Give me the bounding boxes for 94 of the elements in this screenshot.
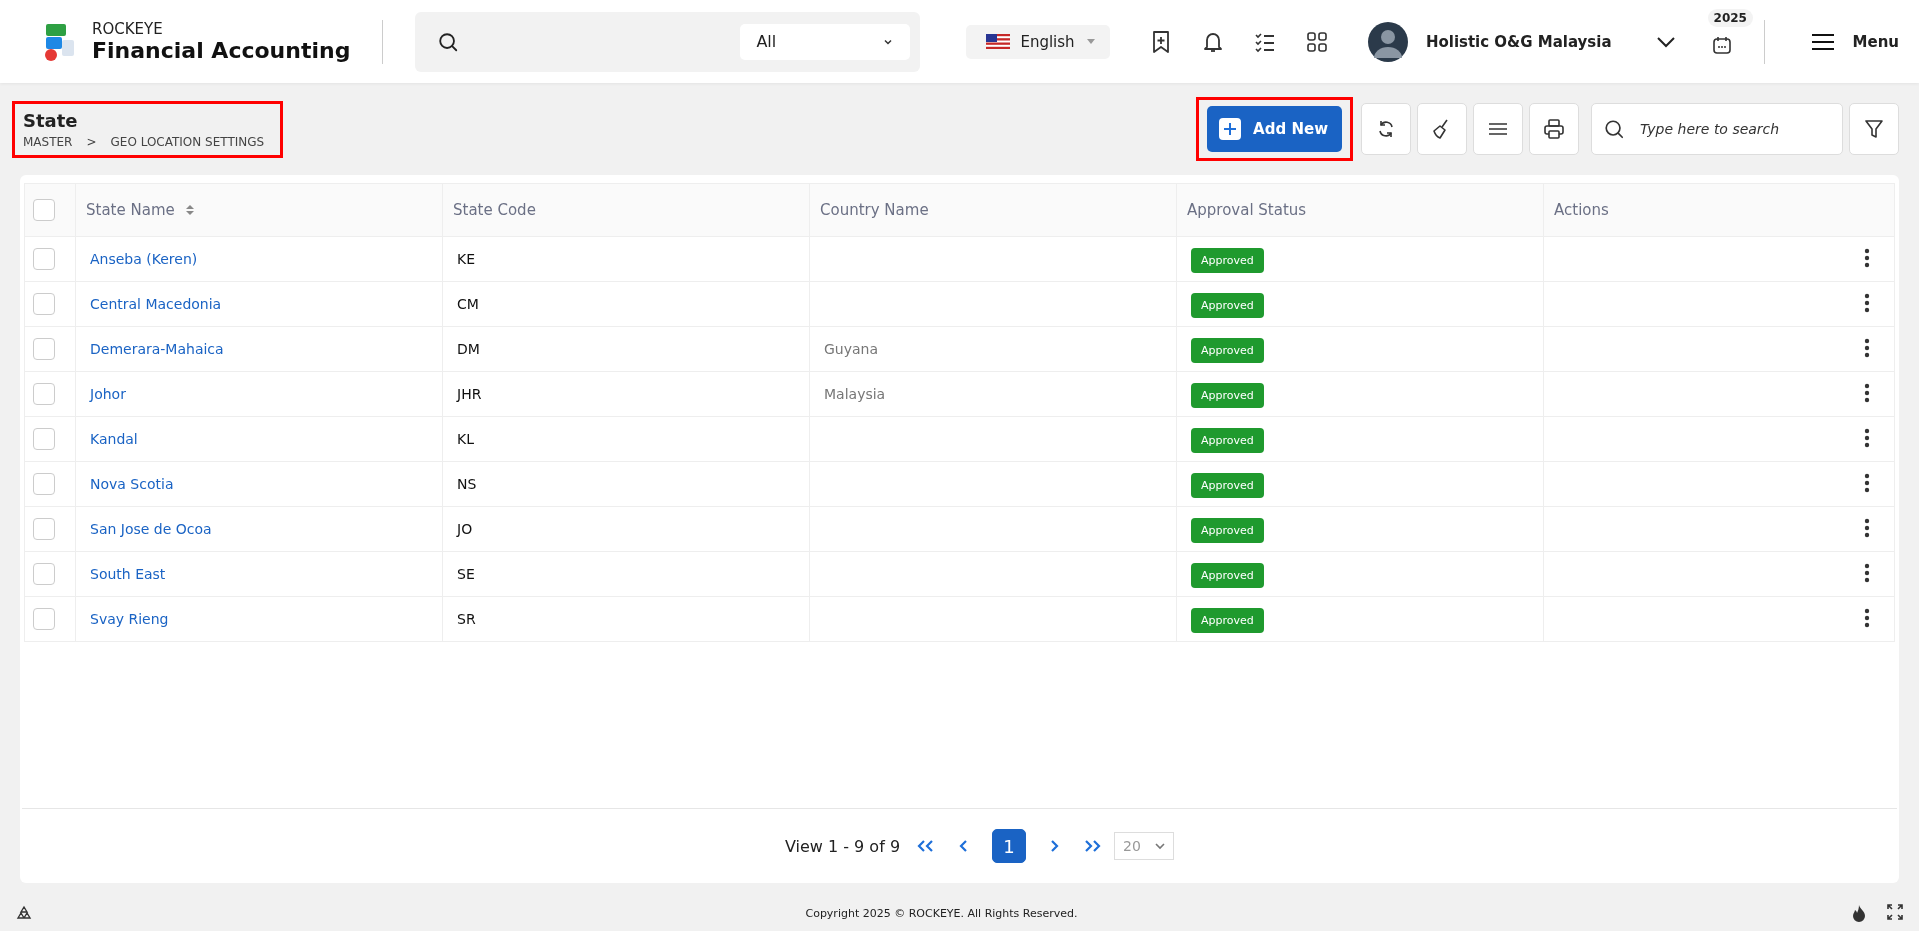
refresh-icon: [1376, 119, 1396, 139]
table-cell: Malaysia: [824, 386, 886, 402]
table-cell: NS: [442, 461, 810, 507]
status-badge: Approved: [1191, 293, 1264, 318]
checklist-icon[interactable]: [1253, 30, 1276, 53]
menu-button[interactable]: Menu: [1810, 32, 1899, 51]
search-icon: [437, 30, 460, 53]
status-badge: Approved: [1191, 518, 1264, 543]
search-field[interactable]: Type here to search: [1591, 103, 1843, 155]
checkbox[interactable]: [33, 518, 55, 540]
language-dropdown[interactable]: English: [966, 24, 1110, 59]
user-name[interactable]: Holistic O&G Malaysia: [1425, 32, 1612, 51]
column-header[interactable]: Country Name: [809, 183, 1177, 237]
state-link[interactable]: Central Macedonia: [90, 296, 222, 312]
state-link[interactable]: Johor: [90, 386, 126, 402]
state-link[interactable]: San Jose de Ocoa: [90, 521, 212, 537]
table-cell: CM: [442, 281, 810, 327]
add-new-button[interactable]: Add New: [1207, 106, 1342, 152]
status-badge: Approved: [1191, 383, 1264, 408]
checkbox[interactable]: [33, 608, 55, 630]
state-link[interactable]: Kandal: [90, 431, 138, 447]
lines-icon: [1488, 121, 1508, 137]
checkbox[interactable]: [33, 563, 55, 585]
filter-dropdown[interactable]: All: [740, 23, 911, 60]
more-options-icon[interactable]: [1864, 607, 1870, 628]
state-link[interactable]: Svay Rieng: [90, 611, 169, 627]
status-badge: Approved: [1191, 608, 1264, 633]
copyright-text: Copyright 2025 © ROCKEYE. All Rights Reserved.: [804, 906, 1079, 920]
filter-icon: [1863, 118, 1885, 140]
sort-icon[interactable]: [184, 204, 195, 216]
pagination-summary: View 1 - 9 of 9: [784, 836, 901, 856]
avatar[interactable]: [1367, 21, 1408, 62]
state-link[interactable]: Anseba (Keren): [90, 251, 198, 267]
status-badge: Approved: [1191, 473, 1264, 498]
column-header[interactable]: State Code: [442, 183, 810, 237]
table-cell: DM: [442, 326, 810, 372]
table-cell: SR: [442, 596, 810, 642]
status-badge: Approved: [1191, 338, 1264, 363]
flame-icon[interactable]: [1851, 904, 1867, 922]
checkbox[interactable]: [33, 383, 55, 405]
state-link[interactable]: South East: [90, 566, 166, 582]
printer-icon: [1543, 118, 1565, 140]
checkbox[interactable]: [33, 293, 55, 315]
table-cell: JHR: [442, 371, 810, 417]
breadcrumb-item[interactable]: MASTER: [23, 134, 73, 149]
page-title: State: [23, 109, 79, 131]
status-badge: Approved: [1191, 428, 1264, 453]
menu-icon: [1810, 32, 1835, 51]
grid-icon[interactable]: [1305, 30, 1328, 53]
checkbox[interactable]: [33, 248, 55, 270]
state-link[interactable]: Demerara-Mahaica: [90, 341, 224, 357]
breadcrumb-separator: >: [86, 134, 97, 149]
filter-button[interactable]: [1849, 103, 1899, 155]
columns-button[interactable]: [1473, 103, 1523, 155]
more-options-icon[interactable]: [1864, 247, 1870, 268]
column-header[interactable]: Approval Status: [1176, 183, 1544, 237]
broom-button[interactable]: [1417, 103, 1467, 155]
more-options-icon[interactable]: [1864, 382, 1870, 403]
status-badge: Approved: [1191, 248, 1264, 273]
column-header[interactable]: Actions: [1543, 183, 1895, 237]
last-page-icon[interactable]: [1082, 839, 1103, 853]
table-cell: Guyana: [824, 341, 879, 357]
more-options-icon[interactable]: [1864, 337, 1870, 358]
breadcrumb-item[interactable]: GEO LOCATION SETTINGS: [110, 134, 265, 149]
checkbox[interactable]: [33, 473, 55, 495]
plus-icon: [1219, 118, 1242, 140]
state-link[interactable]: Nova Scotia: [90, 476, 174, 492]
year-badge: 2025: [1707, 8, 1753, 27]
checkbox[interactable]: [33, 199, 55, 221]
status-badge: Approved: [1191, 563, 1264, 588]
table-cell: KL: [442, 416, 810, 462]
caret-icon: [1085, 37, 1096, 46]
chevron-down-icon: [1155, 842, 1166, 850]
more-options-icon[interactable]: [1864, 562, 1870, 583]
table-cell: JO: [442, 506, 810, 552]
page-button[interactable]: 1: [992, 829, 1027, 863]
global-search-field[interactable]: All: [415, 11, 921, 72]
product-name: Financial Accounting: [92, 38, 351, 63]
more-options-icon[interactable]: [1864, 427, 1870, 448]
flag-icon: [986, 34, 1011, 49]
more-options-icon[interactable]: [1864, 472, 1870, 493]
fullscreen-icon[interactable]: [1887, 904, 1903, 920]
calendar-icon[interactable]: [1711, 34, 1732, 55]
print-button[interactable]: [1529, 103, 1579, 155]
more-options-icon[interactable]: [1864, 292, 1870, 313]
checkbox[interactable]: [33, 338, 55, 360]
checkbox[interactable]: [33, 428, 55, 450]
refresh-button[interactable]: [1361, 103, 1411, 155]
more-options-icon[interactable]: [1864, 517, 1870, 538]
table-cell: KE: [442, 236, 810, 282]
table-cell: SE: [442, 551, 810, 597]
next-page-icon[interactable]: [1048, 839, 1061, 853]
column-header[interactable]: State Name: [75, 183, 443, 237]
company-name: ROCKEYE: [92, 20, 164, 38]
